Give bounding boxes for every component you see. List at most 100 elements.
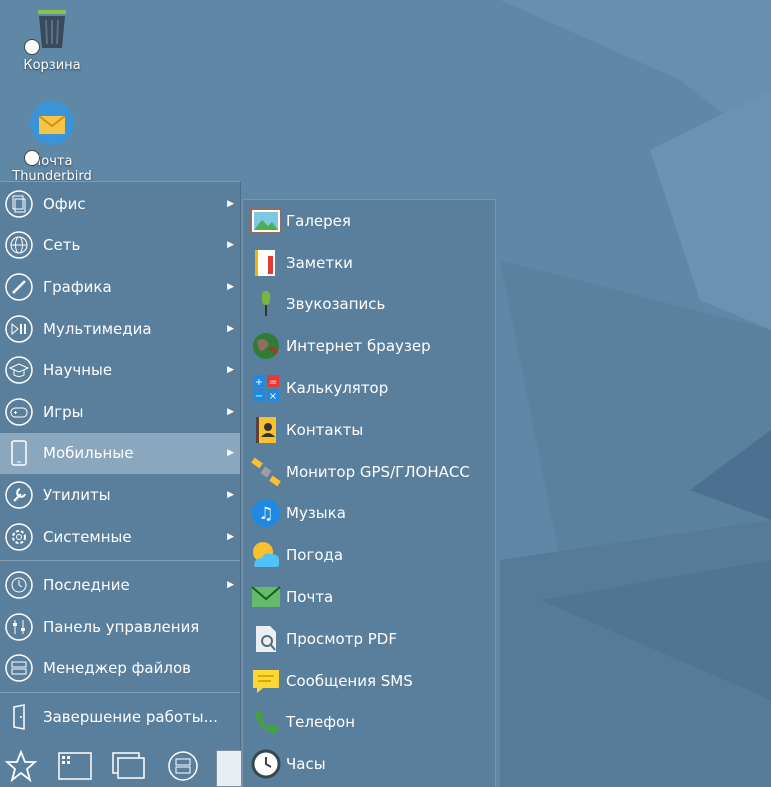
multimedia-icon <box>4 314 34 344</box>
menu-item-label: Научные <box>43 361 113 380</box>
submenu-arrow-icon: ▶ <box>227 406 234 417</box>
start-star-icon[interactable] <box>4 750 38 782</box>
submenu-item-recorder[interactable]: Звукозапись <box>243 284 495 326</box>
menu-item-control-panel[interactable]: Панель управления <box>0 606 240 648</box>
phone-icon <box>250 706 282 738</box>
gallery-icon <box>250 205 282 237</box>
menu-item-multimedia[interactable]: Мультимедиа ▶ <box>0 308 240 350</box>
submenu-item-clock[interactable]: Часы <box>243 743 495 785</box>
sms-icon <box>250 665 282 697</box>
graphics-icon <box>4 272 34 302</box>
file-manager-icon <box>4 653 34 683</box>
menu-item-label: Панель управления <box>43 617 200 636</box>
menu-item-label: Утилиты <box>43 485 111 504</box>
submenu-item-pdf[interactable]: Просмотр PDF <box>243 618 495 660</box>
windows-icon[interactable] <box>112 751 146 781</box>
notes-icon <box>250 247 282 279</box>
submenu-arrow-icon: ▶ <box>227 489 234 500</box>
svg-text:♫: ♫ <box>258 504 273 524</box>
submenu-item-label: Музыка <box>286 504 346 523</box>
menu-item-games[interactable]: Игры ▶ <box>0 391 240 433</box>
svg-text:−: − <box>255 391 263 402</box>
taskbar-window-preview[interactable] <box>216 750 242 787</box>
submenu-item-label: Сообщения SMS <box>286 671 413 690</box>
menu-item-label: Последние <box>43 576 130 595</box>
drive-icon[interactable] <box>166 751 200 781</box>
submenu-item-label: Почта <box>286 588 334 607</box>
submenu-item-label: Телефон <box>286 713 356 732</box>
menu-item-office[interactable]: Офис ▶ <box>0 183 240 225</box>
submenu-item-calculator[interactable]: + = − × Калькулятор <box>243 367 495 409</box>
menu-item-graphics[interactable]: Графика ▶ <box>0 266 240 308</box>
desktop-icon-mail[interactable]: Почта Thunderbird <box>2 98 102 184</box>
office-icon <box>4 189 34 219</box>
menu-item-file-manager[interactable]: Менеджер файлов <box>0 648 240 690</box>
svg-text:=: = <box>269 377 277 388</box>
menu-item-network[interactable]: Сеть ▶ <box>0 225 240 267</box>
svg-text:×: × <box>269 391 277 402</box>
menu-separator <box>0 560 240 562</box>
submenu-item-label: Просмотр PDF <box>286 629 397 648</box>
submenu-item-label: Монитор GPS/ГЛОНАСС <box>286 462 470 481</box>
submenu-item-label: Звукозапись <box>286 295 386 314</box>
submenu-arrow-icon: ▶ <box>227 531 234 542</box>
submenu-item-gallery[interactable]: Галерея <box>243 200 495 242</box>
submenu-item-phone[interactable]: Телефон <box>243 702 495 744</box>
network-icon <box>4 230 34 260</box>
submenu-item-label: Калькулятор <box>286 379 389 398</box>
submenu-item-notes[interactable]: Заметки <box>243 242 495 284</box>
submenu-item-music[interactable]: ♫ Музыка <box>243 493 495 535</box>
submenu-arrow-icon: ▶ <box>227 323 234 334</box>
menu-item-label: Мультимедиа <box>43 319 152 338</box>
shortcut-arrow-icon <box>24 150 40 166</box>
submenu-item-label: Заметки <box>286 253 353 272</box>
menu-item-label: Игры <box>43 402 84 421</box>
pdf-viewer-icon <box>250 623 282 655</box>
submenu-item-label: Галерея <box>286 211 351 230</box>
submenu-item-browser[interactable]: Интернет браузер <box>243 325 495 367</box>
taskbar <box>0 745 241 787</box>
satellite-icon <box>250 456 282 488</box>
app-grid-icon[interactable] <box>58 751 92 781</box>
games-icon <box>4 397 34 427</box>
shortcut-arrow-icon <box>24 39 40 55</box>
submenu-item-weather[interactable]: Погода <box>243 534 495 576</box>
submenu-item-gps[interactable]: Монитор GPS/ГЛОНАСС <box>243 451 495 493</box>
menu-item-label: Системные <box>43 527 132 546</box>
desktop-icon-label: Корзина <box>23 58 81 73</box>
submenu-item-sms[interactable]: Сообщения SMS <box>243 660 495 702</box>
menu-item-shutdown[interactable]: Завершение работы... <box>0 696 240 738</box>
exit-icon <box>4 702 34 732</box>
system-icon <box>4 522 34 552</box>
menu-item-system[interactable]: Системные ▶ <box>0 516 240 558</box>
submenu-item-label: Погода <box>286 546 344 565</box>
desktop-icon-label: Почта Thunderbird <box>12 154 92 184</box>
submenu-item-label: Контакты <box>286 420 364 439</box>
submenu-arrow-icon: ▶ <box>227 448 234 459</box>
desktop-icon-trash[interactable]: Корзина <box>2 8 102 73</box>
mail-icon <box>250 581 282 613</box>
weather-icon <box>250 539 282 571</box>
menu-item-label: Офис <box>43 194 86 213</box>
microphone-icon <box>250 288 282 320</box>
submenu-item-contacts[interactable]: Контакты <box>243 409 495 451</box>
submenu-item-label: Часы <box>286 755 326 774</box>
submenu-arrow-icon: ▶ <box>227 240 234 251</box>
menu-item-recent[interactable]: Последние ▶ <box>0 564 240 606</box>
menu-item-utilities[interactable]: Утилиты ▶ <box>0 474 240 516</box>
utilities-icon <box>4 480 34 510</box>
mobile-icon <box>4 438 34 468</box>
submenu-arrow-icon: ▶ <box>227 365 234 376</box>
menu-item-label: Графика <box>43 277 112 296</box>
menu-item-science[interactable]: Научные ▶ <box>0 349 240 391</box>
menu-item-label: Менеджер файлов <box>43 659 191 678</box>
menu-item-label: Сеть <box>43 236 81 255</box>
svg-text:+: + <box>255 377 263 388</box>
submenu-item-mail[interactable]: Почта <box>243 576 495 618</box>
calculator-icon: + = − × <box>250 372 282 404</box>
music-icon: ♫ <box>250 497 282 529</box>
menu-item-mobile[interactable]: Мобильные ▶ <box>0 432 240 475</box>
control-panel-icon <box>4 612 34 642</box>
menu-separator <box>0 692 240 694</box>
submenu-arrow-icon: ▶ <box>227 580 234 591</box>
